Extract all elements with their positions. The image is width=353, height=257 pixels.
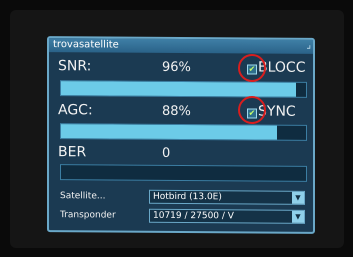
annotation-circle-sync <box>238 96 266 124</box>
ber-bar <box>60 164 307 182</box>
transponder-select[interactable]: 10719 / 27500 / V ▼ <box>149 208 305 224</box>
chevron-down-icon[interactable]: ▼ <box>292 191 304 204</box>
satellite-label: Satellite... <box>60 191 106 202</box>
agc-value: 88% <box>162 103 191 120</box>
transponder-select-value: 10719 / 27500 / V <box>153 210 234 222</box>
agc-label: AGC: <box>58 102 93 119</box>
agc-bar-fill <box>61 124 277 140</box>
window-title-text: trovasatellite <box>53 39 119 51</box>
window-title: trovasatellite ⌟ <box>49 38 313 54</box>
annotation-circle-blocc <box>238 54 266 82</box>
snr-value: 96% <box>162 59 191 76</box>
chevron-down-icon[interactable]: ▼ <box>292 210 304 223</box>
window-corner-icon: ⌟ <box>306 39 311 51</box>
transponder-label: Transponder <box>60 210 116 221</box>
agc-bar <box>60 123 307 141</box>
satellite-select[interactable]: Hotbird (13.0E) ▼ <box>149 189 305 205</box>
ber-label: BER <box>58 144 87 161</box>
snr-label: SNR: <box>58 58 92 75</box>
snr-bar <box>60 80 307 98</box>
trovasatellite-window: trovasatellite ⌟ SNR: 96% ✔ BLOCC AGC: 8… <box>47 36 315 234</box>
satellite-select-value: Hotbird (13.0E) <box>153 191 222 203</box>
ber-value: 0 <box>162 145 171 161</box>
snr-bar-fill <box>61 81 297 97</box>
